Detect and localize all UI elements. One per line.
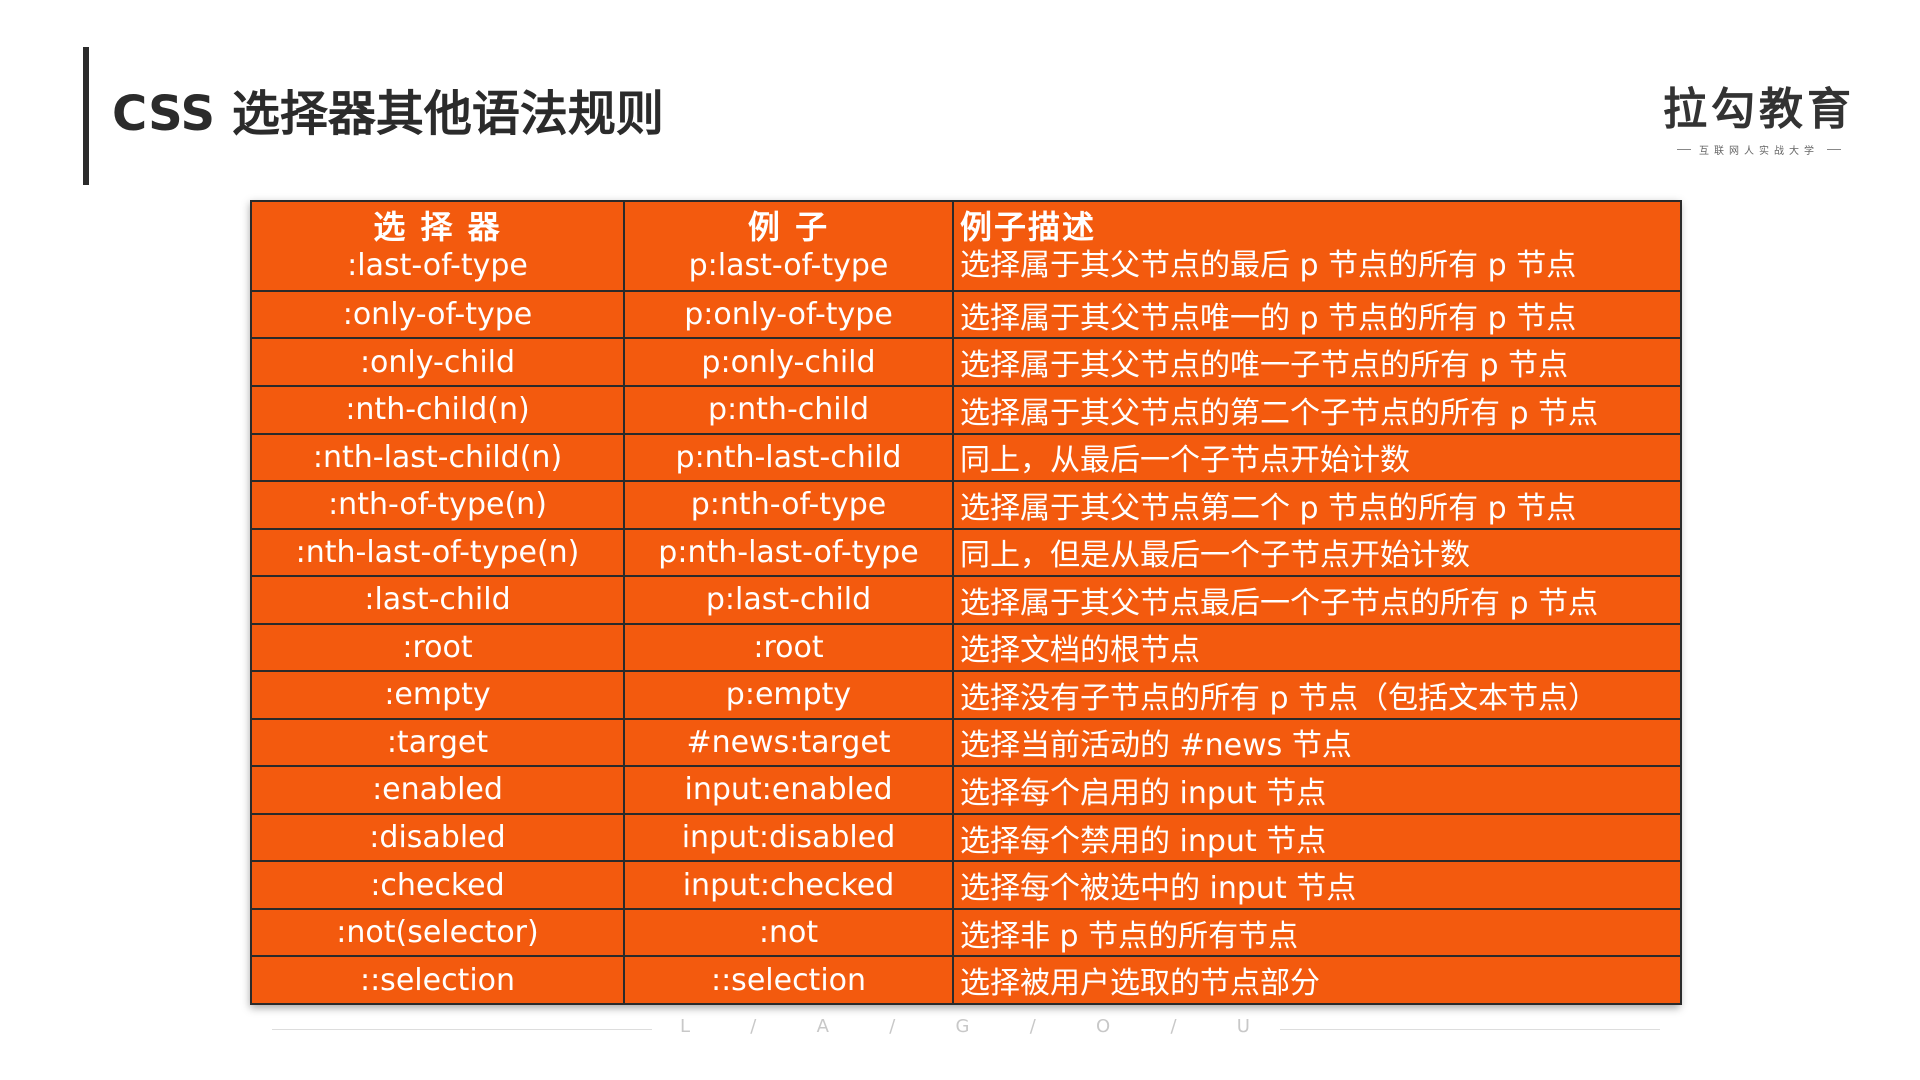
cell-text: p:last-of-type bbox=[688, 247, 889, 283]
brand-tagline: 互联网人实战大学 bbox=[1699, 146, 1819, 157]
column-header-description: 例子描述 bbox=[960, 207, 1097, 246]
table-cell-example: p:only-of-type bbox=[623, 289, 954, 340]
table-cell-description: 选择非 p 节点的所有节点 bbox=[952, 907, 1682, 958]
table-row: ::selection::selection 选择被用户选取的节点部分 bbox=[250, 955, 1682, 1005]
cell-text: :last-of-type bbox=[347, 247, 528, 283]
table-cell-description: 同上，但是从最后一个子节点开始计数 bbox=[952, 527, 1682, 578]
title-accent-bar bbox=[83, 47, 89, 185]
table-cell-description: 选择每个启用的 input 节点 bbox=[952, 765, 1682, 815]
table-cell-description: 选择每个禁用的 input 节点 bbox=[952, 812, 1682, 863]
table-cell-selector: :only-child bbox=[250, 337, 625, 387]
cell-text: 选择属于其父节点的最后 p 节点的所有 p 节点 bbox=[960, 247, 1577, 283]
column-header-selector: 选 择 器 bbox=[373, 207, 502, 246]
footer-letter: / bbox=[889, 1016, 896, 1037]
selector-table-container: 选 择 器:last-of-type 例 子 p:last-of-type 例子描述选… bbox=[250, 200, 1682, 1005]
table-cell-selector: :enabled bbox=[250, 765, 625, 815]
table-cell-example: p:nth-last-of-type bbox=[623, 527, 954, 578]
table-row: :checked input:checked 选择每个被选中的 input 节点 bbox=[250, 860, 1682, 910]
selector-table: 选 择 器:last-of-type 例 子 p:last-of-type 例子描述选… bbox=[250, 200, 1682, 1005]
table-cell-description: 选择属于其父节点第二个 p 节点的所有 p 节点 bbox=[952, 480, 1682, 530]
table-row: :not(selector):not 选择非 p 节点的所有节点 bbox=[250, 907, 1682, 958]
footer-letter: G bbox=[955, 1016, 970, 1037]
footer-letter: / bbox=[750, 1016, 757, 1037]
page-title: CSS 选择器其他语法规则 bbox=[112, 86, 664, 142]
footer-watermark: L / A / G / O / U bbox=[680, 1016, 1250, 1037]
table-cell-example: p:last-child bbox=[623, 575, 954, 625]
footer-letter: L bbox=[680, 1016, 691, 1037]
footer-letter: U bbox=[1236, 1016, 1250, 1037]
column-header-example: 例 子 bbox=[747, 207, 830, 246]
table-row: :target #news:target 选择当前活动的 #news 节点 bbox=[250, 717, 1682, 768]
table-cell-example: 例 子 p:last-of-type bbox=[623, 200, 954, 292]
table-row: :only-of-type p:only-of-type 选择属于其父节点唯一的 p… bbox=[250, 289, 1682, 340]
tagline-dash-right bbox=[1827, 149, 1841, 150]
table-row: :nth-last-of-type(n) p:nth-last-of-type 同上… bbox=[250, 527, 1682, 578]
brand-name: 拉勾教育 bbox=[1663, 84, 1855, 135]
table-cell-example: :root bbox=[623, 622, 954, 673]
table-cell-example: #news:target bbox=[623, 717, 954, 768]
table-cell-selector: :root bbox=[250, 622, 625, 673]
footer-divider-right bbox=[1280, 1029, 1660, 1030]
footer-divider-left bbox=[272, 1029, 652, 1030]
table-cell-description: 选择当前活动的 #news 节点 bbox=[952, 717, 1682, 768]
table-row: :disabled input:disabled 选择每个禁用的 input 节点 bbox=[250, 812, 1682, 863]
table-cell-selector: :disabled bbox=[250, 812, 625, 863]
table-cell-example: :not bbox=[623, 907, 954, 958]
table-cell-selector: :not(selector) bbox=[250, 907, 625, 958]
table-cell-selector: :empty bbox=[250, 670, 625, 720]
table-cell-description: 选择每个被选中的 input 节点 bbox=[952, 860, 1682, 910]
footer-letter: A bbox=[816, 1016, 829, 1037]
table-row: :nth-of-type(n) p:nth-of-type 选择属于其父节点第二个 … bbox=[250, 480, 1682, 530]
table-cell-description: 选择属于其父节点的第二个子节点的所有 p 节点 bbox=[952, 384, 1682, 435]
table-cell-selector: :nth-last-of-type(n) bbox=[250, 527, 625, 578]
table-cell-description: 选择属于其父节点唯一的 p 节点的所有 p 节点 bbox=[952, 289, 1682, 340]
table-row: :enabled input:enabled 选择每个启用的 input 节点 bbox=[250, 765, 1682, 815]
table-cell-example: ::selection bbox=[623, 955, 954, 1005]
table-cell-selector: ::selection bbox=[250, 955, 625, 1005]
table-cell-selector: :target bbox=[250, 717, 625, 768]
table-cell-example: p:nth-child bbox=[623, 384, 954, 435]
table-cell-description: 选择被用户选取的节点部分 bbox=[952, 955, 1682, 1005]
table-cell-description: 选择文档的根节点 bbox=[952, 622, 1682, 673]
table-cell-example: p:nth-of-type bbox=[623, 480, 954, 530]
table-cell-description: 选择属于其父节点的唯一子节点的所有 p 节点 bbox=[952, 337, 1682, 387]
table-row: :nth-last-child(n) p:nth-last-child 同上，从最后… bbox=[250, 432, 1682, 483]
table-cell-description: 选择属于其父节点最后一个子节点的所有 p 节点 bbox=[952, 575, 1682, 625]
table-cell-selector: :last-child bbox=[250, 575, 625, 625]
table-cell-selector: 选 择 器:last-of-type bbox=[250, 200, 625, 292]
table-cell-example: input:enabled bbox=[623, 765, 954, 815]
selector-table-body: 选 择 器:last-of-type 例 子 p:last-of-type 例子描述选… bbox=[250, 200, 1682, 1005]
brand-logo: 拉勾教育 互联网人实战大学 bbox=[1650, 82, 1868, 162]
table-cell-example: p:only-child bbox=[623, 337, 954, 387]
tagline-dash-left bbox=[1677, 149, 1691, 150]
table-cell-selector: :nth-of-type(n) bbox=[250, 480, 625, 530]
brand-tagline-row: 互联网人实战大学 bbox=[1650, 142, 1868, 157]
table-cell-description: 同上，从最后一个子节点开始计数 bbox=[952, 432, 1682, 483]
table-cell-selector: :checked bbox=[250, 860, 625, 910]
footer-letter: / bbox=[1029, 1016, 1036, 1037]
table-cell-example: p:nth-last-child bbox=[623, 432, 954, 483]
table-row: :only-child p:only-child 选择属于其父节点的唯一子节点的所有… bbox=[250, 337, 1682, 387]
table-row: :root:root 选择文档的根节点 bbox=[250, 622, 1682, 673]
table-cell-selector: :only-of-type bbox=[250, 289, 625, 340]
table-cell-description: 选择没有子节点的所有 p 节点（包括文本节点） bbox=[952, 670, 1682, 720]
table-cell-example: p:empty bbox=[623, 670, 954, 720]
footer-letter: / bbox=[1170, 1016, 1177, 1037]
table-cell-selector: :nth-child(n) bbox=[250, 384, 625, 435]
table-row: :last-child p:last-child 选择属于其父节点最后一个子节点的所… bbox=[250, 575, 1682, 625]
table-cell-example: input:checked bbox=[623, 860, 954, 910]
table-cell-example: input:disabled bbox=[623, 812, 954, 863]
table-cell-description: 例子描述 选择属于其父节点的最后 p 节点的所有 p 节点 bbox=[952, 200, 1682, 292]
table-cell-selector: :nth-last-child(n) bbox=[250, 432, 625, 483]
table-row: :empty p:empty 选择没有子节点的所有 p 节点（包括文本节点） bbox=[250, 670, 1682, 720]
table-row: 选 择 器:last-of-type 例 子 p:last-of-type 例子描述选… bbox=[250, 200, 1682, 292]
table-row: :nth-child(n) p:nth-child 选择属于其父节点的第二个子节点的… bbox=[250, 384, 1682, 435]
footer-letter: O bbox=[1096, 1016, 1111, 1037]
